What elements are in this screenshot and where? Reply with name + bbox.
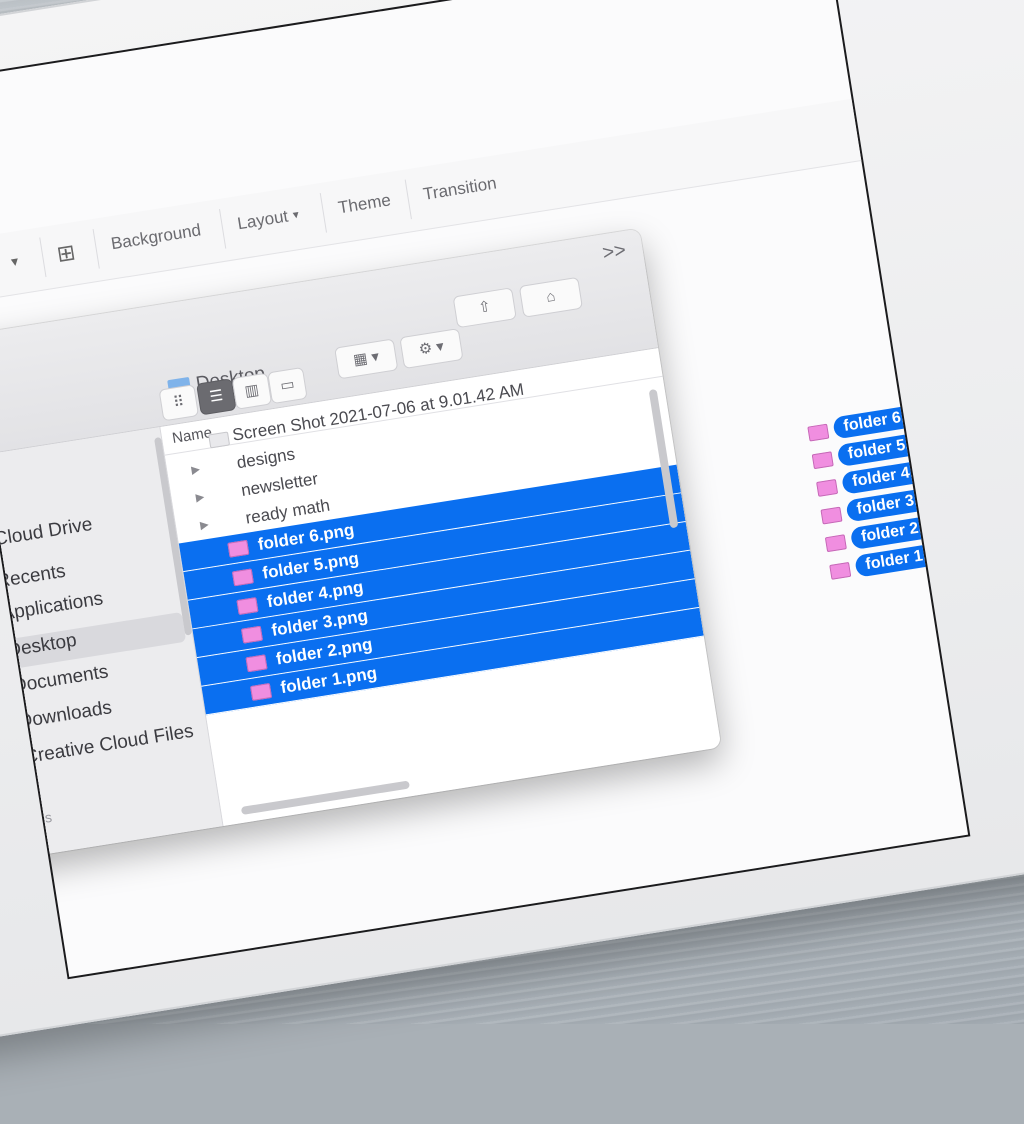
toolbar-divider [319, 192, 327, 233]
desktop-icon: ▭ [0, 641, 1, 667]
tilted-ipad-scene: ✎ ▼ ⊞ Background Layout▼ Theme Transitio… [0, 0, 1024, 1098]
ipad-bezel: ✎ ▼ ⊞ Background Layout▼ Theme Transitio… [0, 0, 1024, 1052]
png-file-icon [227, 539, 250, 558]
png-file-icon [816, 478, 839, 497]
gear-icon: ⚙ ▾ [417, 337, 446, 359]
transition-button[interactable]: Transition [422, 174, 498, 205]
group-button[interactable]: ▦ ▾ [334, 338, 399, 380]
list-horizontal-scrollbar[interactable] [240, 780, 410, 815]
sidebar-section-devices: Devices [1, 808, 54, 833]
disclosure-triangle-icon[interactable]: ▶ [189, 455, 202, 484]
background-button[interactable]: Background [110, 220, 203, 254]
folder-icon: ▢ [0, 749, 16, 773]
file-list: Name Screen Shot 2021-07-06 at 9.01.42 A… [160, 346, 722, 826]
png-file-icon [245, 654, 268, 673]
png-file-icon [240, 625, 264, 644]
list-view-button[interactable]: ☰ [196, 378, 237, 416]
toolbar-divider [219, 208, 227, 249]
share-icon: ⇧ [477, 297, 493, 317]
gallery-view-icon: ▭ [279, 375, 296, 395]
png-file-icon [811, 451, 834, 470]
disclosure-triangle-icon[interactable]: ▶ [194, 483, 207, 512]
png-file-icon [250, 682, 273, 701]
png-file-icon [824, 534, 847, 553]
action-button[interactable]: ⚙ ▾ [399, 328, 464, 370]
disclosure-triangle-icon[interactable]: ▶ [198, 511, 211, 540]
documents-icon: ▤ [0, 678, 4, 702]
dragged-files-stack: folder 6.png folder 5.png folder 4.png f… [806, 390, 970, 586]
theme-button[interactable]: Theme [337, 190, 392, 218]
icon-view-button[interactable]: ⠿ [158, 384, 200, 422]
finder-window: >> ⇧ ⌂ Desktop ▦ ▾ ⚙ ▾ ⠿ ☰ ▥ ▭ es ☁iClou… [0, 228, 722, 863]
share-button[interactable]: ⇧ [452, 287, 517, 329]
ipad-screen: ✎ ▼ ⊞ Background Layout▼ Theme Transitio… [0, 0, 971, 980]
dragged-file-label: folder 6.png [832, 400, 946, 440]
png-file-icon [829, 561, 852, 580]
sidebar-item-label: Recents [0, 560, 68, 593]
gallery-view-button[interactable]: ▭ [267, 366, 308, 405]
image-file-icon [208, 431, 231, 449]
png-file-icon [807, 423, 830, 442]
png-file-icon [820, 506, 843, 525]
group-icon: ▦ ▾ [352, 348, 381, 369]
toolbar-divider [92, 228, 100, 269]
column-view-button[interactable]: ▥ [231, 372, 273, 410]
column-view-icon: ▥ [243, 381, 261, 401]
icon-view-icon: ⠿ [171, 393, 186, 412]
png-file-icon [231, 568, 254, 587]
toolbar-divider [404, 179, 412, 220]
chevron-down-icon: ▼ [290, 209, 302, 222]
layout-button[interactable]: Layout▼ [236, 204, 302, 234]
toolbar-overflow-button[interactable]: >> [601, 239, 628, 265]
toolbar-divider [39, 237, 47, 278]
tag-icon: ⌂ [545, 287, 557, 306]
add-comment-icon[interactable]: ⊞ [50, 238, 82, 270]
sidebar-item-label: Desktop [5, 629, 79, 662]
list-view-icon: ☰ [208, 386, 225, 406]
png-file-icon [236, 597, 259, 616]
chevron-down-icon[interactable]: ▼ [0, 246, 31, 278]
sidebar-item-icloud-drive[interactable]: ☁iCloud Drive [0, 513, 95, 564]
download-icon: ⬇ [0, 713, 9, 737]
tag-button[interactable]: ⌂ [518, 276, 584, 318]
layout-label: Layout [236, 206, 290, 234]
sidebar-item-label: iCloud Drive [0, 513, 94, 551]
